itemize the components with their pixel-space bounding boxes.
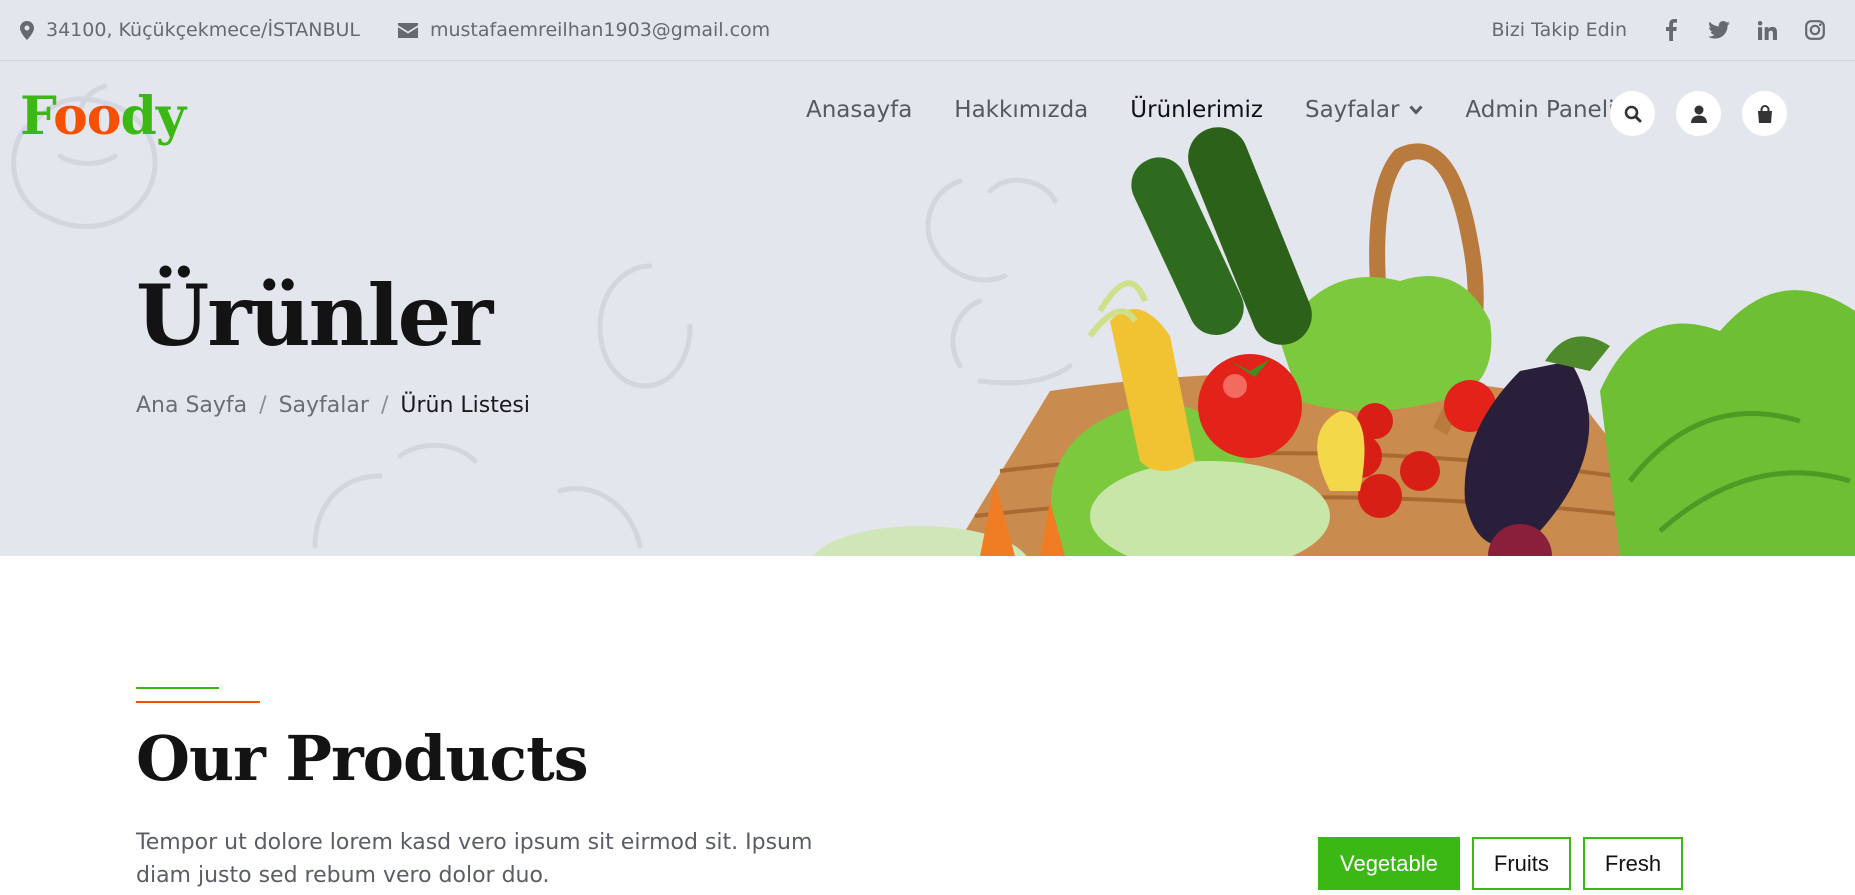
main-nav: Anasayfa Hakkımızda Ürünlerimiz Sayfalar… [806, 97, 1656, 123]
nav-urunlerimiz[interactable]: Ürünlerimiz [1130, 97, 1263, 123]
chevron-down-icon [1409, 105, 1424, 115]
filter-vegetable[interactable]: Vegetable [1318, 837, 1460, 890]
nav-sayfalar[interactable]: Sayfalar [1304, 97, 1424, 123]
address-info: 34100, Küçükçekmece/İSTANBUL [20, 19, 360, 41]
product-filters: Vegetable Fruits Fresh [1318, 837, 1695, 890]
envelope-icon [397, 22, 418, 38]
follow-label: Bizi Takip Edin [1491, 19, 1627, 41]
nav-sayfalar-label: Sayfalar [1304, 97, 1400, 123]
breadcrumb-current: Ürün Listesi [400, 393, 530, 418]
breadcrumb-pages[interactable]: Sayfalar [279, 393, 369, 418]
twitter-icon[interactable] [1699, 10, 1739, 50]
nav-hakkimizda[interactable]: Hakkımızda [954, 97, 1088, 123]
nav-admin-paneli[interactable]: Admin Paneli [1465, 97, 1614, 123]
hero-section: Foody Anasayfa Hakkımızda Ürünlerimiz Sa… [0, 61, 1855, 556]
email-info: mustafaemreilhan1903@gmail.com [397, 19, 770, 41]
email-text[interactable]: mustafaemreilhan1903@gmail.com [430, 19, 770, 41]
social-links: Bizi Takip Edin [1492, 10, 1835, 50]
map-marker-icon [20, 20, 34, 40]
filter-fruits[interactable]: Fruits [1471, 837, 1571, 890]
logo[interactable]: Foody [20, 86, 186, 147]
section-title: Our Products [136, 722, 589, 795]
breadcrumb: Ana Sayfa / Sayfalar / Ürün Listesi [136, 393, 530, 418]
linkedin-icon[interactable] [1747, 10, 1787, 50]
shopping-bag-icon [1757, 104, 1772, 123]
breadcrumb-home[interactable]: Ana Sayfa [136, 393, 247, 418]
breadcrumb-separator: / [380, 393, 389, 418]
instagram-icon[interactable] [1795, 10, 1835, 50]
section-description: Tempor ut dolore lorem kasd vero ipsum s… [136, 830, 813, 888]
nav-anasayfa[interactable]: Anasayfa [806, 97, 912, 123]
cart-button[interactable] [1742, 91, 1787, 136]
decor-line-orange [136, 701, 260, 703]
facebook-icon[interactable] [1651, 10, 1691, 50]
breadcrumb-separator: / [259, 393, 267, 418]
search-button[interactable] [1610, 91, 1655, 136]
user-button[interactable] [1676, 91, 1721, 136]
user-icon [1690, 105, 1707, 123]
topbar: 34100, Küçükçekmece/İSTANBUL mustafaemre… [0, 0, 1855, 61]
address-text: 34100, Küçükçekmece/İSTANBUL [46, 19, 360, 41]
decor-line-green [136, 687, 219, 689]
filter-fresh[interactable]: Fresh [1582, 837, 1684, 890]
page-title: Ürünler [136, 266, 493, 365]
search-icon [1624, 105, 1641, 122]
header-actions [1610, 91, 1808, 136]
